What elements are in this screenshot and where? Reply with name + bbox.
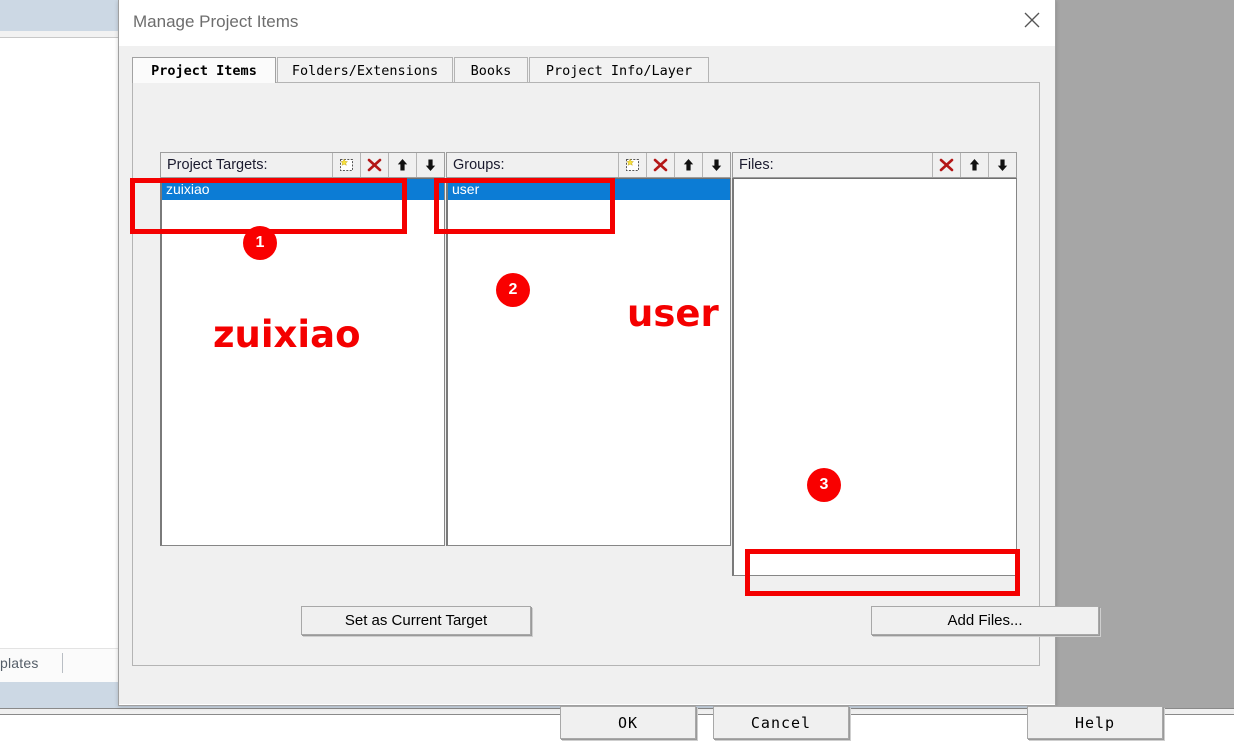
move-down-icon xyxy=(997,159,1008,171)
move-up-icon xyxy=(683,159,694,171)
move-down-icon xyxy=(425,159,436,171)
groups-list[interactable]: user xyxy=(446,178,731,546)
project-targets-list[interactable]: zuixiao xyxy=(160,178,445,546)
groups-header: Groups: xyxy=(446,152,731,178)
move-up-icon xyxy=(397,159,408,171)
close-icon xyxy=(1024,12,1040,28)
delete-icon xyxy=(653,158,668,172)
files-toolbar xyxy=(932,153,1016,177)
groups-toolbar xyxy=(618,153,730,177)
host-app-tab-label[interactable]: plates xyxy=(0,655,39,671)
cancel-button[interactable]: Cancel xyxy=(713,706,849,739)
new-item-button[interactable] xyxy=(332,153,360,177)
new-group-button[interactable] xyxy=(618,153,646,177)
files-pane: Files: xyxy=(732,152,1017,576)
files-list[interactable] xyxy=(732,178,1017,576)
tab-project-info-layer[interactable]: Project Info/Layer xyxy=(529,57,709,83)
list-item[interactable]: user xyxy=(448,179,730,200)
project-targets-pane: Project Targets: zuixiao xyxy=(160,152,445,546)
tab-project-items[interactable]: Project Items xyxy=(132,57,276,83)
project-targets-toolbar xyxy=(332,153,444,177)
delete-icon xyxy=(939,158,954,172)
delete-button[interactable] xyxy=(360,153,388,177)
tab-folders-extensions[interactable]: Folders/Extensions xyxy=(277,57,453,83)
host-app-tab-divider xyxy=(62,653,63,673)
set-as-current-target-button[interactable]: Set as Current Target xyxy=(301,606,531,635)
dialog-titlebar: Manage Project Items xyxy=(119,0,1055,46)
tab-strip: Project Items Folders/Extensions Books P… xyxy=(132,57,1040,83)
move-up-icon xyxy=(969,159,980,171)
project-targets-header: Project Targets: xyxy=(160,152,445,178)
close-button[interactable] xyxy=(1009,0,1055,40)
tab-books[interactable]: Books xyxy=(454,57,528,83)
move-group-up-button[interactable] xyxy=(674,153,702,177)
ok-button[interactable]: OK xyxy=(560,706,696,739)
files-label: Files: xyxy=(739,157,774,173)
move-down-icon xyxy=(711,159,722,171)
new-item-icon xyxy=(340,158,353,171)
delete-file-button[interactable] xyxy=(932,153,960,177)
new-item-icon xyxy=(626,158,639,171)
move-up-button[interactable] xyxy=(388,153,416,177)
move-down-button[interactable] xyxy=(416,153,444,177)
files-header: Files: xyxy=(732,152,1017,178)
manage-project-items-dialog: Manage Project Items Project Items Folde… xyxy=(118,0,1163,739)
project-targets-label: Project Targets: xyxy=(167,157,268,173)
delete-icon xyxy=(367,158,382,172)
help-button[interactable]: Help xyxy=(1027,706,1163,739)
move-file-down-button[interactable] xyxy=(988,153,1016,177)
dialog-title: Manage Project Items xyxy=(133,12,299,31)
move-file-up-button[interactable] xyxy=(960,153,988,177)
groups-pane: Groups: user xyxy=(446,152,731,546)
add-files-button[interactable]: Add Files... xyxy=(871,606,1099,635)
dialog-client-area: Project Items Folders/Extensions Books P… xyxy=(119,46,1163,739)
list-item[interactable]: zuixiao xyxy=(162,179,444,200)
move-group-down-button[interactable] xyxy=(702,153,730,177)
groups-label: Groups: xyxy=(453,157,505,173)
delete-group-button[interactable] xyxy=(646,153,674,177)
